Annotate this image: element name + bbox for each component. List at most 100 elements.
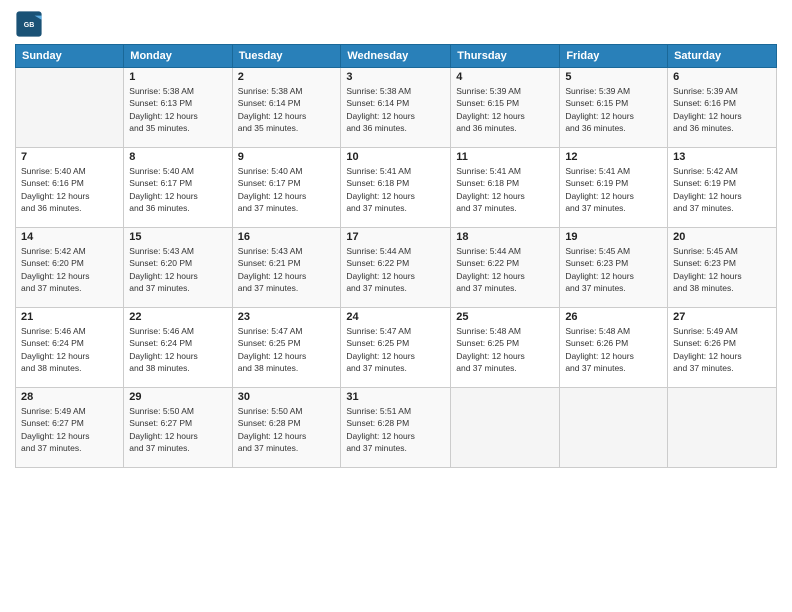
- day-number: 18: [456, 231, 554, 243]
- day-number: 7: [21, 151, 118, 163]
- day-number: 19: [565, 231, 662, 243]
- day-cell: 13Sunrise: 5:42 AM Sunset: 6:19 PM Dayli…: [668, 148, 777, 228]
- day-info: Sunrise: 5:44 AM Sunset: 6:22 PM Dayligh…: [456, 245, 554, 294]
- day-number: 1: [129, 71, 226, 83]
- day-cell: [16, 68, 124, 148]
- day-info: Sunrise: 5:39 AM Sunset: 6:16 PM Dayligh…: [673, 85, 771, 134]
- day-number: 31: [346, 391, 445, 403]
- day-info: Sunrise: 5:43 AM Sunset: 6:20 PM Dayligh…: [129, 245, 226, 294]
- weekday-friday: Friday: [560, 45, 668, 68]
- day-number: 24: [346, 311, 445, 323]
- week-row-2: 7 Sunrise: 5:40 AM Sunset: 6:16 PM Daylig…: [16, 148, 777, 228]
- day-info: Sunrise: 5:50 AM Sunset: 6:28 PM Dayligh…: [238, 405, 336, 454]
- day-info: Sunrise: 5:40 AM Sunset: 6:17 PM Dayligh…: [129, 165, 226, 214]
- day-number: 30: [238, 391, 336, 403]
- day-info: Sunrise: 5:47 AM Sunset: 6:25 PM Dayligh…: [346, 325, 445, 374]
- logo: GB: [15, 10, 47, 38]
- day-info: Sunrise: 5:38 AM Sunset: 6:14 PM Dayligh…: [238, 85, 336, 134]
- day-info: Sunrise: 5:44 AM Sunset: 6:22 PM Dayligh…: [346, 245, 445, 294]
- day-number: 25: [456, 311, 554, 323]
- day-info: Sunrise: 5:39 AM Sunset: 6:15 PM Dayligh…: [565, 85, 662, 134]
- day-number: 22: [129, 311, 226, 323]
- day-cell: 8 Sunrise: 5:40 AM Sunset: 6:17 PM Daylig…: [124, 148, 232, 228]
- day-cell: 3 Sunrise: 5:38 AM Sunset: 6:14 PM Daylig…: [341, 68, 451, 148]
- day-cell: 7 Sunrise: 5:40 AM Sunset: 6:16 PM Daylig…: [16, 148, 124, 228]
- weekday-saturday: Saturday: [668, 45, 777, 68]
- day-info: Sunrise: 5:41 AM Sunset: 6:18 PM Dayligh…: [456, 165, 554, 214]
- day-number: 11: [456, 151, 554, 163]
- day-info: Sunrise: 5:38 AM Sunset: 6:14 PM Dayligh…: [346, 85, 445, 134]
- day-cell: 28 Sunrise: 5:49 AM Sunset: 6:27 PM Dayli…: [16, 388, 124, 468]
- day-info: Sunrise: 5:40 AM Sunset: 6:17 PM Dayligh…: [238, 165, 336, 214]
- day-info: Sunrise: 5:48 AM Sunset: 6:26 PM Dayligh…: [565, 325, 662, 374]
- day-info: Sunrise: 5:49 AM Sunset: 6:27 PM Dayligh…: [21, 405, 118, 454]
- week-row-3: 14 Sunrise: 5:42 AM Sunset: 6:20 PM Dayli…: [16, 228, 777, 308]
- weekday-header-row: SundayMondayTuesdayWednesdayThursdayFrid…: [16, 45, 777, 68]
- day-number: 20: [673, 231, 771, 243]
- day-cell: [451, 388, 560, 468]
- day-cell: 30 Sunrise: 5:50 AM Sunset: 6:28 PM Dayli…: [232, 388, 341, 468]
- day-cell: 18 Sunrise: 5:44 AM Sunset: 6:22 PM Dayli…: [451, 228, 560, 308]
- day-cell: 2Sunrise: 5:38 AM Sunset: 6:14 PM Daylig…: [232, 68, 341, 148]
- day-cell: 1 Sunrise: 5:38 AM Sunset: 6:13 PM Daylig…: [124, 68, 232, 148]
- weekday-wednesday: Wednesday: [341, 45, 451, 68]
- day-info: Sunrise: 5:43 AM Sunset: 6:21 PM Dayligh…: [238, 245, 336, 294]
- day-number: 12: [565, 151, 662, 163]
- day-info: Sunrise: 5:42 AM Sunset: 6:20 PM Dayligh…: [21, 245, 118, 294]
- day-cell: 12 Sunrise: 5:41 AM Sunset: 6:19 PM Dayli…: [560, 148, 668, 228]
- day-cell: 9 Sunrise: 5:40 AM Sunset: 6:17 PM Daylig…: [232, 148, 341, 228]
- day-cell: 15 Sunrise: 5:43 AM Sunset: 6:20 PM Dayli…: [124, 228, 232, 308]
- day-number: 16: [238, 231, 336, 243]
- logo-icon: GB: [15, 10, 43, 38]
- day-cell: 19 Sunrise: 5:45 AM Sunset: 6:23 PM Dayli…: [560, 228, 668, 308]
- day-cell: 22 Sunrise: 5:46 AM Sunset: 6:24 PM Dayli…: [124, 308, 232, 388]
- day-info: Sunrise: 5:46 AM Sunset: 6:24 PM Dayligh…: [21, 325, 118, 374]
- day-cell: 11 Sunrise: 5:41 AM Sunset: 6:18 PM Dayli…: [451, 148, 560, 228]
- week-row-1: 1 Sunrise: 5:38 AM Sunset: 6:13 PM Daylig…: [16, 68, 777, 148]
- day-cell: 29Sunrise: 5:50 AM Sunset: 6:27 PM Dayli…: [124, 388, 232, 468]
- day-number: 13: [673, 151, 771, 163]
- day-info: Sunrise: 5:49 AM Sunset: 6:26 PM Dayligh…: [673, 325, 771, 374]
- weekday-monday: Monday: [124, 45, 232, 68]
- day-cell: 26 Sunrise: 5:48 AM Sunset: 6:26 PM Dayli…: [560, 308, 668, 388]
- day-cell: 21 Sunrise: 5:46 AM Sunset: 6:24 PM Dayli…: [16, 308, 124, 388]
- day-number: 26: [565, 311, 662, 323]
- weekday-sunday: Sunday: [16, 45, 124, 68]
- day-number: 9: [238, 151, 336, 163]
- header: GB: [15, 10, 777, 38]
- day-cell: 27 Sunrise: 5:49 AM Sunset: 6:26 PM Dayli…: [668, 308, 777, 388]
- calendar: SundayMondayTuesdayWednesdayThursdayFrid…: [15, 44, 777, 468]
- day-number: 17: [346, 231, 445, 243]
- day-number: 4: [456, 71, 554, 83]
- day-cell: 24 Sunrise: 5:47 AM Sunset: 6:25 PM Dayli…: [341, 308, 451, 388]
- day-info: Sunrise: 5:48 AM Sunset: 6:25 PM Dayligh…: [456, 325, 554, 374]
- day-info: Sunrise: 5:41 AM Sunset: 6:19 PM Dayligh…: [565, 165, 662, 214]
- day-number: 8: [129, 151, 226, 163]
- day-number: 15: [129, 231, 226, 243]
- day-cell: 5 Sunrise: 5:39 AM Sunset: 6:15 PM Daylig…: [560, 68, 668, 148]
- day-number: 5: [565, 71, 662, 83]
- day-info: Sunrise: 5:40 AM Sunset: 6:16 PM Dayligh…: [21, 165, 118, 214]
- day-cell: 31 Sunrise: 5:51 AM Sunset: 6:28 PM Dayli…: [341, 388, 451, 468]
- day-number: 28: [21, 391, 118, 403]
- day-number: 27: [673, 311, 771, 323]
- day-info: Sunrise: 5:50 AM Sunset: 6:27 PM Dayligh…: [129, 405, 226, 454]
- day-number: 21: [21, 311, 118, 323]
- day-number: 14: [21, 231, 118, 243]
- day-info: Sunrise: 5:46 AM Sunset: 6:24 PM Dayligh…: [129, 325, 226, 374]
- day-info: Sunrise: 5:38 AM Sunset: 6:13 PM Dayligh…: [129, 85, 226, 134]
- day-cell: [560, 388, 668, 468]
- day-number: 10: [346, 151, 445, 163]
- day-info: Sunrise: 5:47 AM Sunset: 6:25 PM Dayligh…: [238, 325, 336, 374]
- day-cell: 14 Sunrise: 5:42 AM Sunset: 6:20 PM Dayli…: [16, 228, 124, 308]
- day-number: 6: [673, 71, 771, 83]
- day-cell: 17 Sunrise: 5:44 AM Sunset: 6:22 PM Dayli…: [341, 228, 451, 308]
- svg-text:GB: GB: [24, 22, 35, 29]
- weekday-tuesday: Tuesday: [232, 45, 341, 68]
- day-info: Sunrise: 5:51 AM Sunset: 6:28 PM Dayligh…: [346, 405, 445, 454]
- day-cell: 16 Sunrise: 5:43 AM Sunset: 6:21 PM Dayli…: [232, 228, 341, 308]
- day-cell: [668, 388, 777, 468]
- day-number: 23: [238, 311, 336, 323]
- day-info: Sunrise: 5:45 AM Sunset: 6:23 PM Dayligh…: [565, 245, 662, 294]
- day-number: 3: [346, 71, 445, 83]
